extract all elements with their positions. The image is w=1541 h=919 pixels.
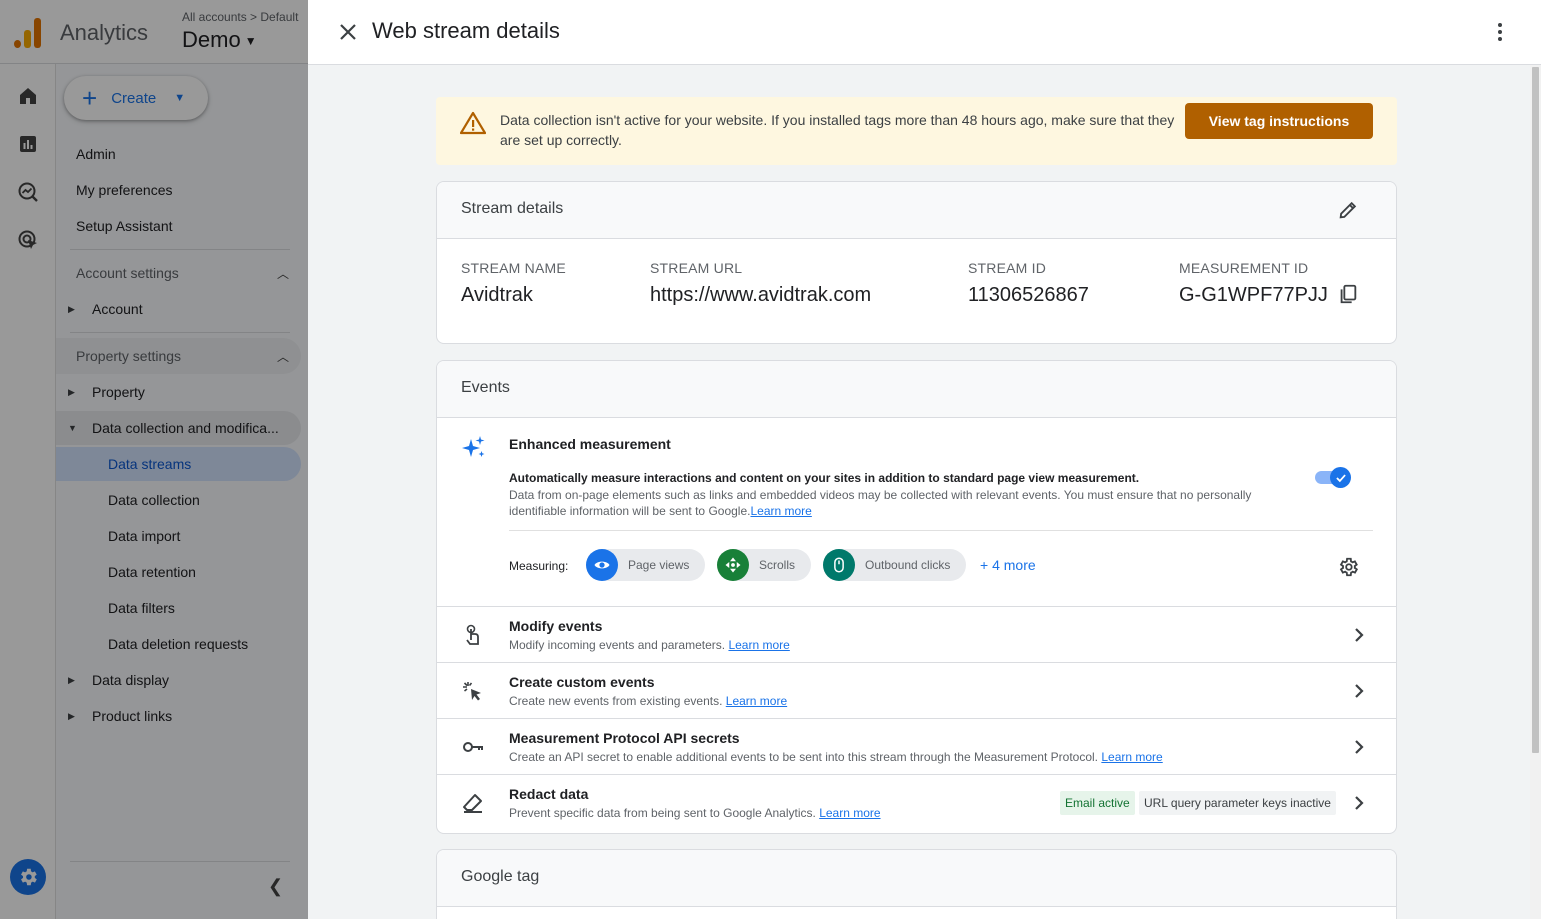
events-card: Events Enhanced measurement Automaticall… <box>436 360 1397 834</box>
google-tag-card: Google tag <box>436 849 1397 919</box>
google-tag-title: Google tag <box>461 868 540 885</box>
measurement-id-field: MEASUREMENT ID G-G1WPF77PJJ <box>1179 260 1328 307</box>
chip-outbound-clicks-label: Outbound clicks <box>865 558 951 572</box>
measurement-protocol-title: Measurement Protocol API secrets <box>509 730 740 746</box>
sparkle-icon <box>461 435 487 461</box>
redact-data-learn-more-link[interactable]: Learn more <box>819 806 880 820</box>
chevron-right-icon <box>1347 623 1371 647</box>
modify-events-desc-text: Modify incoming events and parameters. <box>509 638 726 652</box>
events-header: Events <box>437 361 1396 418</box>
create-custom-events-desc-text: Create new events from existing events. <box>509 694 723 708</box>
stream-name-label: STREAM NAME <box>461 260 566 276</box>
redact-data-title: Redact data <box>509 786 589 802</box>
web-stream-details-drawer: Web stream details Data collection isn't… <box>308 0 1541 919</box>
warning-icon <box>459 111 487 135</box>
stream-id-field: STREAM ID 11306526867 <box>968 260 1089 307</box>
create-custom-events-desc: Create new events from existing events. … <box>509 694 787 708</box>
warning-text: Data collection isn't active for your we… <box>500 112 1175 148</box>
enhanced-measurement-desc-text: Data from on-page elements such as links… <box>509 488 1252 518</box>
stream-name-value: Avidtrak <box>461 284 533 306</box>
modify-events-title: Modify events <box>509 618 603 634</box>
modal-scrim[interactable] <box>0 0 308 919</box>
stream-url-value: https://www.avidtrak.com <box>650 284 872 306</box>
enhanced-measurement-desc: Data from on-page elements such as links… <box>509 487 1309 519</box>
redact-data-desc: Prevent specific data from being sent to… <box>509 806 881 820</box>
drawer-title: Web stream details <box>372 18 560 43</box>
drawer-header: Web stream details <box>308 0 1541 65</box>
edit-pencil-icon[interactable] <box>1337 199 1359 221</box>
chip-scrolls-label: Scrolls <box>759 558 796 572</box>
enhanced-learn-more-link[interactable]: Learn more <box>750 504 811 518</box>
click-sparkle-icon <box>461 679 485 703</box>
chip-page-views[interactable]: Page views <box>586 549 706 581</box>
data-collection-warning: Data collection isn't active for your we… <box>436 97 1397 165</box>
redact-data-desc-text: Prevent specific data from being sent to… <box>509 806 816 820</box>
measurement-protocol-learn-more-link[interactable]: Learn more <box>1101 750 1162 764</box>
events-title: Events <box>461 379 510 396</box>
create-custom-events-row[interactable]: Create custom events Create new events f… <box>437 662 1396 718</box>
measuring-label: Measuring: <box>509 559 569 573</box>
chevron-right-icon <box>1347 735 1371 759</box>
chevron-right-icon <box>1347 791 1371 815</box>
url-params-inactive-badge: URL query parameter keys inactive <box>1139 791 1336 815</box>
divider <box>509 530 1373 531</box>
stream-id-value: 11306526867 <box>968 284 1089 306</box>
eraser-icon <box>461 791 485 815</box>
redact-data-row[interactable]: Redact data Prevent specific data from b… <box>437 774 1396 830</box>
scrollbar[interactable] <box>1530 65 1541 919</box>
modify-events-row[interactable]: Modify events Modify incoming events and… <box>437 606 1396 662</box>
stream-id-label: STREAM ID <box>968 260 1047 276</box>
settings-gear-icon[interactable] <box>1337 556 1359 578</box>
chip-scrolls[interactable]: Scrolls <box>717 549 812 581</box>
eye-icon <box>586 549 618 581</box>
measurement-id-label: MEASUREMENT ID <box>1179 260 1309 276</box>
check-icon <box>1330 467 1351 488</box>
scroll-arrows-icon <box>717 549 749 581</box>
mouse-icon <box>823 549 855 581</box>
stream-details-title: Stream details <box>461 200 564 217</box>
enhanced-measurement-title: Enhanced measurement <box>509 436 671 452</box>
scroll-thumb[interactable] <box>1532 67 1539 753</box>
more-measurements-link[interactable]: + 4 more <box>980 557 1036 573</box>
modify-events-learn-more-link[interactable]: Learn more <box>728 638 789 652</box>
touch-icon <box>461 623 485 647</box>
stream-url-label: STREAM URL <box>650 260 743 276</box>
enhanced-measurement-toggle[interactable] <box>1315 465 1353 489</box>
view-tag-instructions-button[interactable]: View tag instructions <box>1185 103 1373 139</box>
create-custom-events-title: Create custom events <box>509 674 655 690</box>
stream-details-header: Stream details <box>437 182 1396 239</box>
measurement-protocol-row[interactable]: Measurement Protocol API secrets Create … <box>437 718 1396 774</box>
measurement-protocol-desc-text: Create an API secret to enable additiona… <box>509 750 1099 764</box>
close-icon[interactable] <box>336 20 360 44</box>
more-vert-icon[interactable] <box>1488 20 1512 44</box>
stream-details-card: Stream details STREAM NAME Avidtrak STRE… <box>436 181 1397 344</box>
google-tag-header: Google tag <box>437 850 1396 907</box>
create-custom-events-learn-more-link[interactable]: Learn more <box>726 694 787 708</box>
enhanced-measurement-summary: Automatically measure interactions and c… <box>509 471 1140 485</box>
chip-page-views-label: Page views <box>628 558 690 572</box>
copy-icon[interactable] <box>1337 283 1359 305</box>
stream-name-field: STREAM NAME Avidtrak <box>461 260 566 307</box>
modify-events-desc: Modify incoming events and parameters. L… <box>509 638 790 652</box>
measurement-protocol-desc: Create an API secret to enable additiona… <box>509 750 1163 764</box>
chip-outbound-clicks[interactable]: Outbound clicks <box>823 549 967 581</box>
measurement-id-value: G-G1WPF77PJJ <box>1179 284 1328 306</box>
stream-url-field: STREAM URL https://www.avidtrak.com <box>650 260 871 307</box>
chevron-right-icon <box>1347 679 1371 703</box>
key-icon <box>461 735 485 759</box>
email-active-badge: Email active <box>1060 791 1135 815</box>
